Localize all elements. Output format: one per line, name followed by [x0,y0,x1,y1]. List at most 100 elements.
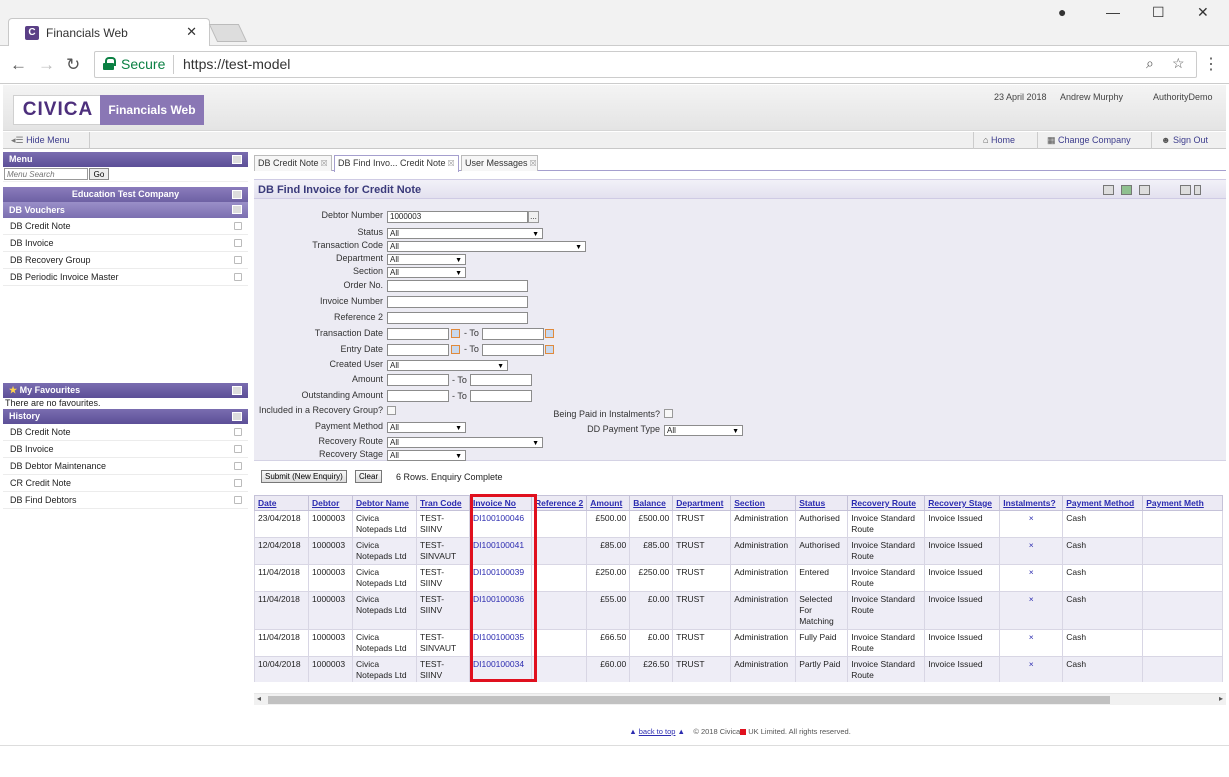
hide-menu-button[interactable]: ◂☰ Hide Menu [11,135,70,146]
recovery-group-checkbox[interactable] [387,406,396,415]
history-item[interactable]: DB Invoice [3,441,248,458]
sidebar-item-db-invoice[interactable]: DB Invoice [3,235,248,252]
minimize-icon[interactable]: — [1106,4,1120,20]
maximize-icon[interactable]: ☐ [1152,4,1165,21]
back-arrow-icon[interactable]: ← [10,55,27,75]
close-tab-icon[interactable]: ☒ [448,159,455,168]
close-form-icon[interactable] [1194,185,1201,195]
print-icon[interactable] [1103,185,1114,195]
company-header[interactable]: Education Test Company [3,187,248,202]
calendar-icon[interactable] [451,329,460,338]
column-header[interactable]: Payment Method [1062,495,1144,511]
address-bar[interactable]: Secure https://test-model ⌕ ☆ [94,51,1197,78]
close-window-icon[interactable]: ✕ [1197,4,1209,21]
tab-db-find-invoice[interactable]: DB Find Invo... Credit Note ☒ [334,155,459,172]
column-header[interactable]: Status [795,495,849,511]
entry-date-to[interactable] [482,344,544,356]
home-button[interactable]: ⌂ Home [983,135,1015,145]
table-row[interactable]: 11/04/2018 1000003 Civica Notepads Ltd TEST… [254,629,1224,657]
created-user-select[interactable]: All ▼ [387,360,508,371]
scrollbar-thumb[interactable] [268,696,1110,704]
profile-icon[interactable]: ● [1058,4,1066,20]
sidebar-item-db-credit-note[interactable]: DB Credit Note [3,218,248,235]
open-external-icon[interactable] [234,256,242,264]
debtor-lookup-button[interactable]: ... [528,211,539,223]
recovery-route-select[interactable]: All ▼ [387,437,543,448]
table-row[interactable]: 23/04/2018 1000003 Civica Notepads Ltd TEST… [254,510,1224,538]
column-header[interactable]: Department [672,495,732,511]
debtor-number-field[interactable]: 1000003 [387,211,528,223]
sidebar-item-db-periodic-invoice-master[interactable]: DB Periodic Invoice Master [3,269,248,286]
table-row[interactable]: 11/04/2018 1000003 Civica Notepads Ltd TEST… [254,591,1224,630]
scroll-left-icon[interactable]: ◂ [257,694,261,703]
open-external-icon[interactable] [234,239,242,247]
calendar-icon[interactable] [545,345,554,354]
calendar-icon[interactable] [545,329,554,338]
column-header[interactable]: Instalments? [999,495,1064,511]
browser-menu-icon[interactable]: ⋮ [1203,54,1219,74]
dd-payment-type-select[interactable]: All ▼ [664,425,743,436]
new-tab-button[interactable] [208,24,248,42]
tab-user-messages[interactable]: User Messages ☒ [461,155,538,171]
recovery-stage-select[interactable]: All ▼ [387,450,466,461]
column-header[interactable]: Recovery Stage [924,495,1001,511]
horizontal-scrollbar[interactable]: ◂ ▸ [254,693,1226,705]
outstanding-amount-to[interactable] [470,390,532,402]
column-header[interactable]: Reference 2 [530,495,588,511]
history-item[interactable]: DB Debtor Maintenance [3,458,248,475]
calendar-icon[interactable] [451,345,460,354]
open-external-icon[interactable] [234,428,242,436]
document-icon[interactable] [1139,185,1150,195]
reload-icon[interactable]: ↻ [66,55,80,75]
clear-button[interactable]: Clear [355,470,383,483]
tab-db-credit-note[interactable]: DB Credit Note ☒ [254,155,332,171]
sign-out-button[interactable]: ☻ Sign Out [1161,135,1208,145]
status-select[interactable]: All ▼ [387,228,543,239]
instalments-checkbox[interactable] [664,409,673,418]
section-select[interactable]: All ▼ [387,267,466,278]
open-external-icon[interactable] [234,445,242,453]
panel-toggle-icon[interactable] [232,155,242,164]
panel-toggle-icon[interactable] [232,412,242,421]
expand-icon[interactable] [232,205,242,214]
open-external-icon[interactable] [234,273,242,281]
change-company-button[interactable]: ▦ Change Company [1047,135,1131,146]
bookmark-star-icon[interactable]: ☆ [1172,55,1185,72]
history-item[interactable]: DB Credit Note [3,424,248,441]
table-row[interactable]: 10/04/2018 1000003 Civica Notepads Ltd TEST… [254,656,1224,682]
transaction-date-from[interactable] [387,328,449,340]
open-external-icon[interactable] [234,496,242,504]
scroll-right-icon[interactable]: ▸ [1219,694,1223,703]
db-vouchers-header[interactable]: DB Vouchers [3,202,248,218]
forward-arrow-icon[interactable]: → [38,55,55,75]
department-select[interactable]: All ▼ [387,254,466,265]
panel-toggle-icon[interactable] [232,190,242,199]
menu-search-input[interactable] [4,168,88,180]
column-header[interactable]: Balance [629,495,674,511]
column-header[interactable]: Debtor [308,495,353,511]
sidebar-item-db-recovery-group[interactable]: DB Recovery Group [3,252,248,269]
reference2-field[interactable] [387,312,528,324]
history-item[interactable]: CR Credit Note [3,475,248,492]
close-tab-icon[interactable]: ☒ [530,159,537,168]
transaction-code-select[interactable]: All ▼ [387,241,586,252]
url-text[interactable]: https://test-model [183,56,290,72]
column-header[interactable]: Amount [586,495,631,511]
back-to-top-link[interactable]: back to top [639,727,676,736]
history-item[interactable]: DB Find Debtors [3,492,248,509]
invoice-number-field[interactable] [387,296,528,308]
open-external-icon[interactable] [234,479,242,487]
open-external-icon[interactable] [234,462,242,470]
amount-to[interactable] [470,374,532,386]
open-external-icon[interactable] [234,222,242,230]
outstanding-amount-from[interactable] [387,390,449,402]
close-tab-icon[interactable]: ☒ [321,159,328,168]
entry-date-from[interactable] [387,344,449,356]
table-row[interactable]: 11/04/2018 1000003 Civica Notepads Ltd TEST… [254,564,1224,592]
amount-from[interactable] [387,374,449,386]
window-icon[interactable] [1180,185,1191,195]
column-header[interactable]: Recovery Route [847,495,926,511]
zoom-icon[interactable]: ⌕ [1146,55,1154,72]
panel-toggle-icon[interactable] [232,386,242,395]
column-header[interactable]: Payment Meth [1142,495,1224,511]
